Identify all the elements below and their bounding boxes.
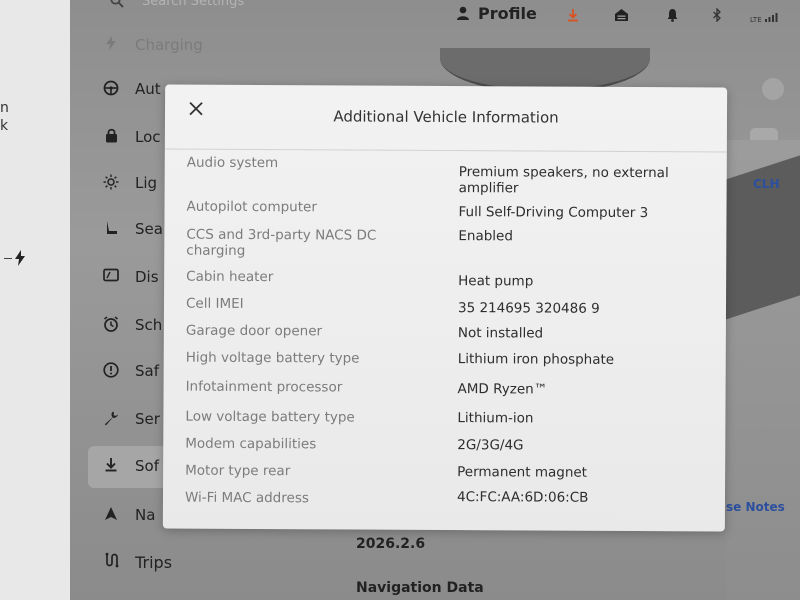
download-icon [102, 457, 120, 476]
sidebar-item-label: Ser [135, 410, 160, 428]
info-value: 2G/3G/4G [457, 437, 524, 454]
info-row: Infotainment processor AMD Ryzen™ [164, 379, 726, 398]
lte-signal-icon: LTE [750, 12, 778, 24]
status-dot [762, 78, 784, 100]
sidebar-item-schedule[interactable]: Sch [102, 308, 162, 344]
person-icon [456, 5, 470, 20]
sidebar-item-service[interactable]: Ser [102, 402, 162, 438]
info-list: Audio system Premium speakers, no extern… [165, 153, 727, 507]
info-label: Cell IMEI [185, 295, 244, 312]
info-value: AMD Ryzen™ [457, 381, 548, 398]
seat-icon [102, 220, 120, 240]
info-label: CCS and 3rd-party NACS DC charging [186, 226, 377, 259]
info-value: Not installed [457, 325, 544, 342]
search-icon [110, 0, 124, 12]
sidebar-item-label: Na [135, 506, 156, 524]
dialog-title: Additional Vehicle Information [333, 107, 559, 127]
info-label: High voltage battery type [185, 349, 360, 367]
sidebar-item-seat[interactable]: Sea [102, 212, 163, 248]
sidebar-item-software[interactable]: Sof [88, 446, 168, 488]
info-row: Autopilot computer Full Self-Driving Com… [165, 199, 727, 221]
clock-icon [102, 316, 120, 336]
info-value: Lithium-ion [457, 410, 534, 427]
profile-button[interactable]: Profile [456, 4, 537, 23]
sidebar-item-label: Lig [135, 174, 158, 192]
profile-label: Profile [478, 4, 537, 23]
driver-initials[interactable]: CLH [753, 177, 780, 191]
info-label: Infotainment processor [185, 378, 343, 396]
software-version: 2026.2.6 [356, 536, 426, 552]
sidebar-item-navigation[interactable]: Na [102, 498, 162, 534]
info-label: Low voltage battery type [185, 408, 355, 426]
vehicle-info-dialog: Additional Vehicle Information Audio sys… [162, 84, 728, 532]
info-row: Modem capabilities 2G/3G/4G [163, 436, 725, 454]
left-window-strip: n k [0, 0, 70, 600]
info-row: Cell IMEI 35 214695 320486 9 [164, 296, 726, 317]
info-value: 4C:FC:AA:6D:06:CB [456, 489, 589, 506]
sidebar-item-locks[interactable]: Loc [102, 120, 162, 156]
info-row: Cabin heater Heat pump [164, 269, 726, 290]
display-icon [102, 268, 120, 286]
info-row: Audio system Premium speakers, no extern… [165, 155, 727, 197]
info-value: Enabled [458, 228, 513, 245]
sidebar-item-label: Loc [135, 128, 161, 146]
navigation-icon [102, 506, 120, 525]
bluetooth-icon[interactable] [712, 7, 722, 26]
info-row: Motor type rear Permanent magnet [163, 463, 725, 481]
info-value: 35 214695 320486 9 [457, 300, 600, 317]
sun-icon [102, 174, 120, 194]
sidebar-item-trips[interactable]: Trips [104, 552, 172, 572]
info-value: Permanent magnet [457, 464, 588, 481]
info-label: Garage door opener [185, 322, 323, 340]
sidebar-item-label: Charging [135, 36, 203, 54]
info-row: Garage door opener Not installed [164, 323, 726, 342]
divider [4, 258, 12, 259]
info-value: Lithium iron phosphate [457, 351, 615, 368]
warning-icon [102, 362, 120, 382]
lock-icon [102, 128, 120, 147]
sidebar-item-label: Sch [135, 316, 163, 334]
download-icon[interactable] [566, 8, 580, 26]
wrench-icon [102, 410, 120, 430]
bell-icon[interactable] [666, 8, 679, 26]
sidebar-item-label: Saf [135, 362, 159, 380]
info-value: Premium speakers, no external amplifier [458, 164, 669, 197]
garage-icon[interactable] [614, 8, 629, 26]
sidebar-item-display[interactable]: Dis [102, 260, 162, 296]
sidebar-item-safety[interactable]: Saf [102, 354, 162, 390]
info-label: Motor type rear [185, 462, 291, 480]
navigation-data-heading: Navigation Data [356, 580, 484, 596]
info-row: Low voltage battery type Lithium-ion [163, 409, 725, 427]
charging-icon [102, 36, 120, 54]
sidebar-item-label: Sof [135, 457, 159, 475]
cut-off-text: n [0, 100, 9, 116]
info-label: Autopilot computer [186, 198, 317, 216]
info-label: Audio system [186, 154, 279, 172]
sidebar-item-label: Trips [135, 553, 173, 572]
release-notes-link[interactable]: se Notes [726, 500, 785, 514]
info-label: Wi-Fi MAC address [184, 489, 309, 507]
sidebar-item-label: Dis [135, 268, 159, 286]
info-row: CCS and 3rd-party NACS DC charging Enabl… [164, 227, 726, 259]
lte-label: LTE [750, 16, 762, 24]
info-value: Full Self-Driving Computer 3 [458, 204, 649, 222]
info-row: High voltage battery type Lithium iron p… [164, 350, 726, 368]
trips-icon [104, 552, 125, 572]
sidebar-item-charging[interactable]: Charging [102, 28, 203, 64]
sidebar-item-label: Sea [135, 220, 163, 238]
search-input[interactable]: Search Settings [142, 0, 244, 9]
cut-off-text: k [0, 118, 9, 134]
sidebar-item-autopilot[interactable]: Aut [102, 72, 162, 108]
info-label: Cabin heater [186, 268, 274, 286]
steering-wheel-icon [102, 80, 120, 100]
info-row: Wi-Fi MAC address 4C:FC:AA:6D:06:CB [163, 489, 725, 506]
divider [164, 148, 727, 153]
lightning-icon [14, 250, 26, 270]
sidebar-item-label: Aut [135, 80, 161, 98]
info-value: Heat pump [458, 273, 534, 290]
info-label: Modem capabilities [185, 435, 317, 453]
sidebar-item-lights[interactable]: Lig [102, 166, 162, 202]
